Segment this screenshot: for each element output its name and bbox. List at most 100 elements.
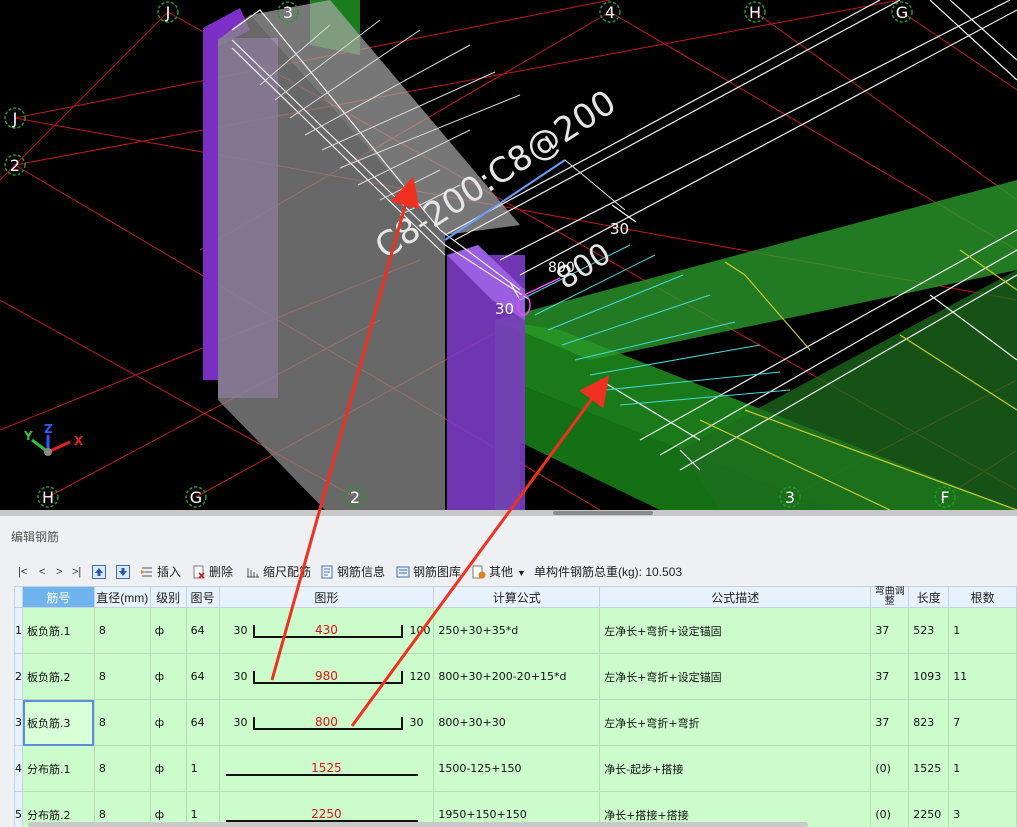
- cell-formula[interactable]: 800+30+30: [433, 699, 601, 746]
- table-row[interactable]: 3 板负筋.3 8 ф 64 30 30 800 800+30+30 左净长+弯折+弯折 37 823…: [14, 699, 1017, 746]
- cell-bar-no[interactable]: 分布筋.1: [22, 745, 95, 792]
- cell-grade[interactable]: ф: [149, 607, 187, 654]
- horizontal-scrollbar[interactable]: [28, 822, 808, 827]
- cell-formula[interactable]: 250+30+35*d: [433, 607, 601, 654]
- cell-count[interactable]: 11: [948, 653, 1017, 700]
- cell-grade[interactable]: ф: [149, 653, 187, 700]
- header-diameter[interactable]: 直径(mm): [93, 586, 151, 608]
- header-bar-no[interactable]: 筋号: [22, 586, 95, 608]
- cell-grade[interactable]: ф: [149, 745, 187, 792]
- cell-bend-adjust[interactable]: 37: [870, 653, 910, 700]
- cell-shape[interactable]: 1525: [218, 745, 435, 792]
- cell-diameter[interactable]: 8: [93, 699, 151, 746]
- shape-main-length: 430: [314, 623, 338, 637]
- nav-first-button[interactable]: |<: [18, 562, 27, 582]
- cell-diameter[interactable]: 8: [93, 745, 151, 792]
- row-number[interactable]: 3: [14, 699, 23, 746]
- panel-title: 编辑钢筋: [11, 530, 60, 544]
- cell-shape[interactable]: 30 100 430: [218, 607, 435, 654]
- cell-formula-desc[interactable]: 左净长+弯折+设定锚固: [599, 607, 872, 654]
- cell-bend-adjust[interactable]: 37: [870, 607, 910, 654]
- rebar-shape-figure: 1525: [220, 747, 433, 791]
- cell-bend-adjust[interactable]: 37: [870, 699, 910, 746]
- chevron-down-icon: ▼: [517, 568, 526, 578]
- svg-text:3: 3: [785, 488, 795, 507]
- svg-text:G: G: [190, 488, 202, 507]
- gear-doc-icon: [472, 565, 486, 579]
- row-number[interactable]: 5: [14, 791, 23, 827]
- header-bend-adjust[interactable]: 弯曲调整: [870, 586, 910, 608]
- table-row[interactable]: 4 分布筋.1 8 ф 1 1525 1500-125+150 净长-起步+搭接 (0) 1525…: [14, 745, 1017, 792]
- rebar-library-button[interactable]: 钢筋图库: [396, 562, 461, 582]
- shape-main-length: 2250: [311, 807, 342, 821]
- rebar-info-button[interactable]: 钢筋信息: [320, 562, 385, 582]
- cell-count[interactable]: 1: [948, 745, 1017, 792]
- cell-length[interactable]: 823: [908, 699, 950, 746]
- cell-bar-no[interactable]: 板负筋.1: [22, 607, 95, 654]
- cell-formula-desc[interactable]: 左净长+弯折+设定锚固: [599, 653, 872, 700]
- row-number[interactable]: 4: [14, 745, 23, 792]
- header-grade[interactable]: 级别: [149, 586, 187, 608]
- rebar-table[interactable]: 筋号 直径(mm) 级别 图号 图形 计算公式 公式描述 弯曲调整 长度 根数 …: [14, 586, 1017, 827]
- cell-diameter[interactable]: 8: [93, 607, 151, 654]
- row-number[interactable]: 1: [14, 607, 23, 654]
- table-row[interactable]: 1 板负筋.1 8 ф 64 30 100 430 250+30+35*d 左净长+弯折+设定锚固…: [14, 607, 1017, 654]
- axis-marker-top-4: 4: [599, 1, 621, 23]
- move-up-button[interactable]: [92, 562, 109, 582]
- cell-formula-desc[interactable]: 左净长+弯折+弯折: [599, 699, 872, 746]
- rebar-shape-figure: 30 100 430: [220, 609, 433, 653]
- nav-prev-button[interactable]: <: [39, 562, 45, 582]
- cell-count[interactable]: 7: [948, 699, 1017, 746]
- scale-rebar-button[interactable]: 缩尺配筋: [246, 562, 311, 582]
- cell-figure-no[interactable]: 64: [185, 607, 220, 654]
- cell-count[interactable]: 1: [948, 607, 1017, 654]
- cell-formula[interactable]: 1500-125+150: [433, 745, 601, 792]
- cell-bend-adjust[interactable]: (0): [870, 745, 910, 792]
- insert-icon: [141, 567, 152, 577]
- cell-count[interactable]: 3: [948, 791, 1017, 827]
- svg-text:3: 3: [283, 3, 293, 22]
- header-shape[interactable]: 图形: [218, 586, 435, 608]
- cell-diameter[interactable]: 8: [93, 653, 151, 700]
- cell-length[interactable]: 523: [908, 607, 950, 654]
- cell-figure-no[interactable]: 64: [185, 699, 220, 746]
- header-length[interactable]: 长度: [908, 586, 950, 608]
- nav-last-button[interactable]: >|: [72, 562, 81, 582]
- move-down-button[interactable]: [116, 562, 133, 582]
- cell-shape[interactable]: 30 30 800: [218, 699, 435, 746]
- cell-grade[interactable]: ф: [149, 699, 187, 746]
- model-view[interactable]: J 3 4 H G J 2 H G 2 3 F C8-200:C8@200 80…: [0, 0, 1017, 510]
- shape-main-length: 980: [314, 669, 338, 683]
- header-formula-desc[interactable]: 公式描述: [599, 586, 872, 608]
- cell-figure-no[interactable]: 64: [185, 653, 220, 700]
- cell-figure-no[interactable]: 1: [185, 745, 220, 792]
- cell-length[interactable]: 2250: [908, 791, 950, 827]
- svg-text:H: H: [42, 488, 54, 507]
- svg-text:F: F: [940, 488, 949, 507]
- header-formula[interactable]: 计算公式: [433, 586, 601, 608]
- header-figure-no[interactable]: 图号: [185, 586, 220, 608]
- rebar-shape-figure: 30 120 980: [220, 655, 433, 699]
- cell-formula[interactable]: 800+30+200-20+15*d: [433, 653, 601, 700]
- cell-length[interactable]: 1093: [908, 653, 950, 700]
- cell-bend-adjust[interactable]: (0): [870, 791, 910, 827]
- cell-shape[interactable]: 30 120 980: [218, 653, 435, 700]
- table-row[interactable]: 2 板负筋.2 8 ф 64 30 120 980 800+30+200-20+15*d 左净长+…: [14, 653, 1017, 700]
- insert-button[interactable]: 插入: [140, 562, 181, 582]
- axis-marker-top-g: G: [891, 1, 913, 23]
- axis-marker-top-h: H: [744, 1, 766, 23]
- 3d-viewport[interactable]: J 3 4 H G J 2 H G 2 3 F C8-200:C8@200 80…: [0, 0, 1017, 510]
- cell-length[interactable]: 1525: [908, 745, 950, 792]
- nav-next-button[interactable]: >: [56, 562, 62, 582]
- svg-text:2: 2: [350, 488, 360, 507]
- header-count[interactable]: 根数: [948, 586, 1017, 608]
- row-number[interactable]: 2: [14, 653, 23, 700]
- cell-formula-desc[interactable]: 净长-起步+搭接: [599, 745, 872, 792]
- svg-text:4: 4: [605, 3, 615, 22]
- cell-bar-no[interactable]: 板负筋.3: [22, 699, 95, 746]
- splitter-grip[interactable]: [553, 511, 653, 515]
- other-menu-button[interactable]: 其他 ▼: [472, 562, 526, 582]
- cell-bar-no[interactable]: 板负筋.2: [22, 653, 95, 700]
- delete-button[interactable]: 删除: [192, 562, 233, 582]
- svg-text:J: J: [165, 3, 171, 22]
